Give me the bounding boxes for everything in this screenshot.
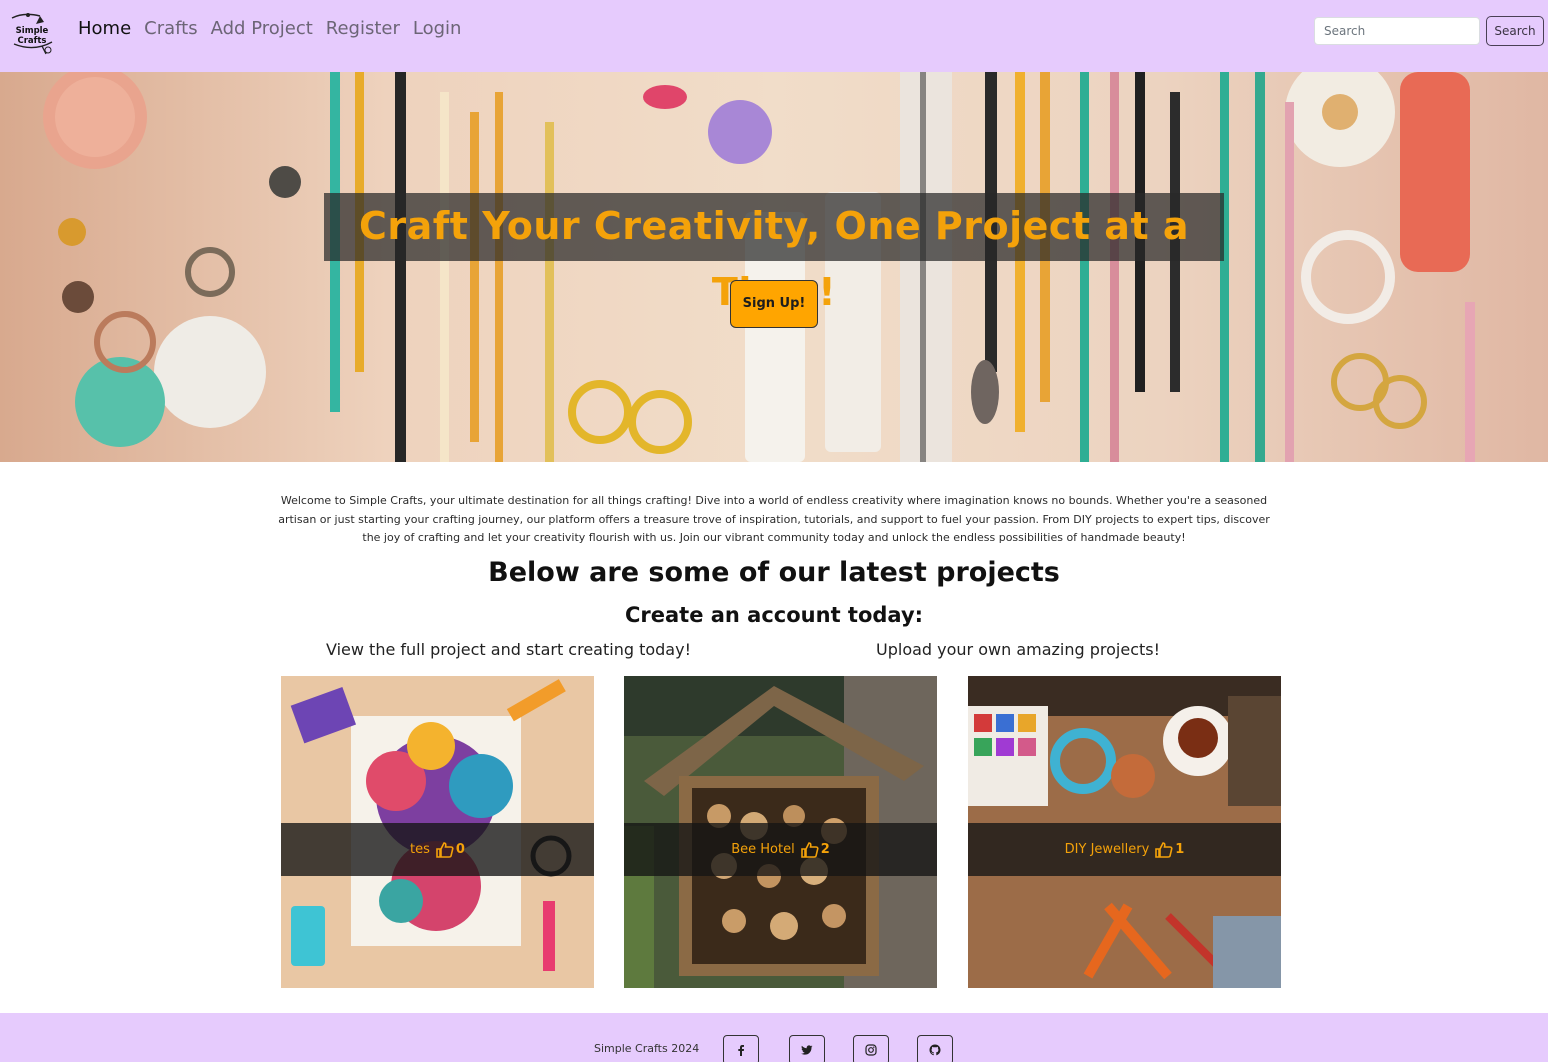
- create-account-heading: Create an account today:: [624, 603, 924, 627]
- navbar: Simple Crafts Home Crafts Add Project Re…: [0, 0, 1548, 72]
- card-caption: DIY Jewellery 1: [968, 823, 1281, 876]
- facebook-icon[interactable]: [723, 1035, 759, 1062]
- like-count: 2: [820, 842, 830, 857]
- nav-register[interactable]: Register: [326, 16, 400, 42]
- like-count: 0: [455, 842, 465, 857]
- hero-banner: Craft Your Creativity, One Project at a …: [0, 72, 1548, 462]
- site-logo[interactable]: Simple Crafts: [4, 10, 60, 56]
- nav-add-project[interactable]: Add Project: [211, 16, 313, 42]
- footer-copyright: Simple Crafts 2024: [594, 1042, 700, 1055]
- thumbs-up-icon[interactable]: [1155, 841, 1173, 858]
- project-card-diy-jewellery[interactable]: DIY Jewellery 1: [968, 676, 1281, 988]
- card-caption: tes 0: [281, 823, 594, 876]
- search-button[interactable]: Search: [1486, 16, 1544, 46]
- intro-paragraph: Welcome to Simple Crafts, your ultimate …: [278, 494, 1270, 544]
- footer: Simple Crafts 2024: [0, 1013, 1548, 1062]
- twitter-icon[interactable]: [789, 1035, 825, 1062]
- nav-crafts[interactable]: Crafts: [144, 16, 197, 42]
- hero-title: Craft Your Creativity, One Project at a …: [359, 204, 1189, 314]
- github-icon[interactable]: [917, 1035, 953, 1062]
- project-card-birthday[interactable]: tes 0: [281, 676, 594, 988]
- search-input[interactable]: [1314, 17, 1480, 45]
- card-title: tes: [410, 842, 430, 857]
- thumbs-up-icon[interactable]: [436, 841, 454, 858]
- view-projects-tagline: View the full project and start creating…: [326, 640, 691, 659]
- thumbs-up-icon[interactable]: [800, 841, 819, 858]
- logo-text: Simple Crafts: [15, 26, 49, 46]
- project-card-bee-hotel[interactable]: Bee Hotel 2: [624, 676, 937, 988]
- upload-projects-tagline: Upload your own amazing projects!: [876, 640, 1161, 659]
- card-caption: Bee Hotel 2: [624, 823, 937, 876]
- latest-projects-heading: Below are some of our latest projects: [488, 557, 1060, 588]
- nav-home[interactable]: Home: [78, 16, 131, 42]
- instagram-icon[interactable]: [853, 1035, 889, 1062]
- signup-button[interactable]: Sign Up!: [730, 280, 818, 328]
- hero-title-box: Craft Your Creativity, One Project at a …: [324, 193, 1224, 314]
- main-nav: Home Crafts Add Project Register Login: [78, 16, 474, 42]
- card-title: DIY Jewellery: [1064, 842, 1150, 857]
- nav-login[interactable]: Login: [413, 16, 462, 42]
- like-count: 1: [1175, 842, 1185, 857]
- card-title: Bee Hotel: [731, 842, 795, 857]
